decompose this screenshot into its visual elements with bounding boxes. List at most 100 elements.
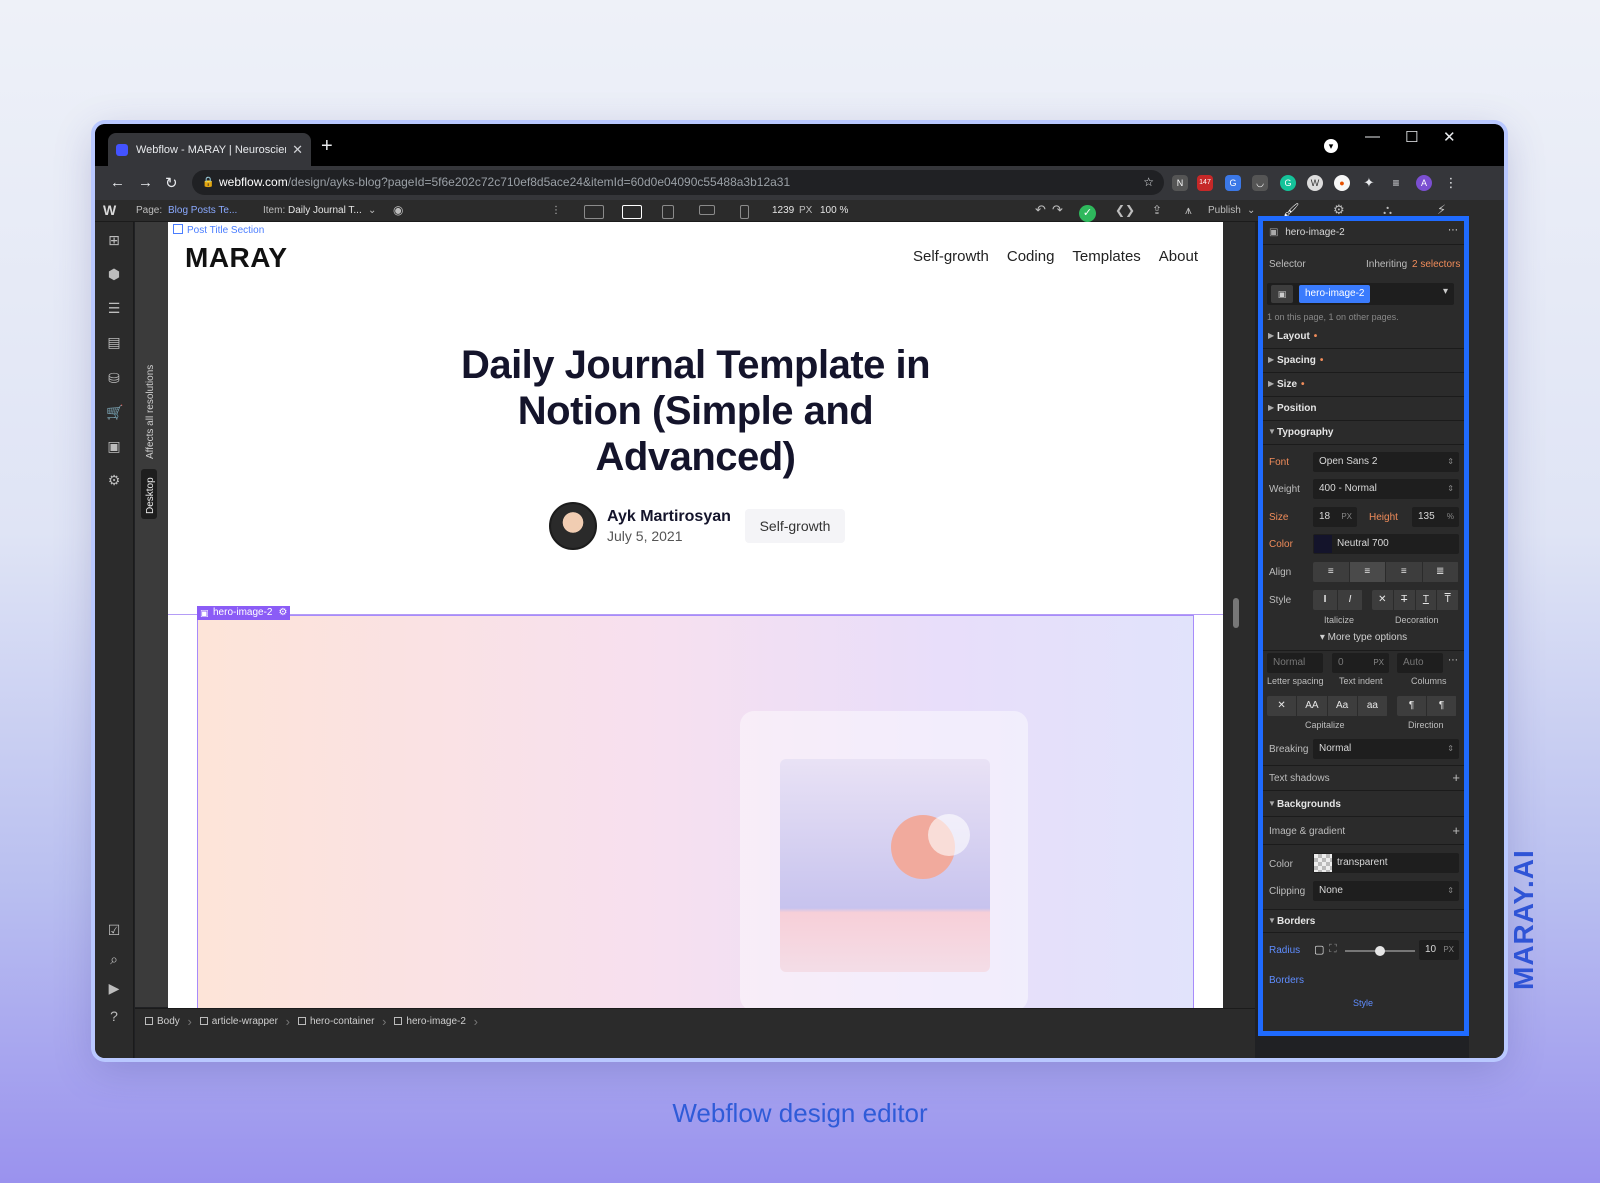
- publish-chevron-icon[interactable]: ⌄: [1247, 205, 1255, 216]
- preview-eye-icon[interactable]: ◉: [393, 203, 403, 217]
- canvas-page[interactable]: Post Title Section MARAY Self-growth Cod…: [168, 222, 1223, 1008]
- nav-link-about[interactable]: About: [1159, 248, 1198, 265]
- help-icon[interactable]: ?: [106, 1008, 122, 1024]
- item-selector[interactable]: Daily Journal T...: [288, 205, 362, 216]
- close-window-button[interactable]: ✕: [1443, 128, 1456, 146]
- capitalize-segmented[interactable]: ✕ AA Aa aa: [1267, 696, 1388, 716]
- shield-extension-icon[interactable]: ●: [1334, 175, 1350, 191]
- publish-button[interactable]: Publish: [1208, 205, 1241, 216]
- text-shadows-row[interactable]: Text shadows +: [1263, 765, 1464, 791]
- radius-slider-knob[interactable]: [1375, 946, 1385, 956]
- add-background-icon[interactable]: +: [1452, 823, 1460, 838]
- calendar-extension-icon[interactable]: 147: [1197, 175, 1213, 191]
- tablet-breakpoint-icon[interactable]: [662, 205, 674, 219]
- more-options-icon[interactable]: ⋮: [551, 205, 561, 216]
- nav-link-self-growth[interactable]: Self-growth: [913, 248, 989, 265]
- more-icon[interactable]: ⋯: [1448, 655, 1458, 666]
- more-type-options-toggle[interactable]: ▾ More type options: [1263, 629, 1464, 651]
- forward-icon[interactable]: →: [138, 174, 153, 191]
- reading-list-icon[interactable]: ≡: [1388, 175, 1404, 191]
- font-select[interactable]: Open Sans 2 ⇕: [1313, 452, 1459, 472]
- ecommerce-cart-icon[interactable]: 🛒: [106, 404, 123, 420]
- canvas-resize-handle[interactable]: [1233, 598, 1239, 628]
- capitalize-icon[interactable]: Aa: [1328, 696, 1358, 716]
- site-brand[interactable]: MARAY: [185, 242, 288, 274]
- desktop-breakpoint-icon[interactable]: [584, 205, 604, 219]
- align-right-icon[interactable]: ≡: [1386, 562, 1423, 582]
- lowercase-icon[interactable]: aa: [1358, 696, 1388, 716]
- profile-menu-icon[interactable]: ▾: [1324, 139, 1338, 153]
- image-gradient-row[interactable]: Image & gradient +: [1263, 819, 1464, 845]
- address-bar[interactable]: 🔒 webflow.com/design/ayks-blog?pageId=5f…: [192, 170, 1164, 195]
- category-tag[interactable]: Self-growth: [745, 509, 845, 543]
- selector-chip[interactable]: hero-image-2: [1299, 285, 1371, 303]
- section-backgrounds[interactable]: ▼ Backgrounds: [1263, 793, 1464, 817]
- section-borders[interactable]: ▼ Borders: [1263, 909, 1464, 933]
- clipping-select[interactable]: None ⇕: [1313, 881, 1459, 901]
- align-justify-icon[interactable]: ≣: [1423, 562, 1459, 582]
- search-icon[interactable]: ⌕: [106, 951, 122, 967]
- element-settings-icon[interactable]: ⚙: [279, 606, 288, 620]
- breadcrumb-article-wrapper[interactable]: article-wrapper: [194, 1014, 292, 1029]
- navigator-icon[interactable]: ☰: [106, 300, 122, 316]
- decoration-segmented[interactable]: ✕ T T T: [1372, 590, 1459, 610]
- nav-link-coding[interactable]: Coding: [1007, 248, 1055, 265]
- breadcrumb-hero-image[interactable]: hero-image-2: [388, 1014, 479, 1029]
- radius-all-icon[interactable]: ▢: [1314, 943, 1324, 956]
- laptop-breakpoint-icon[interactable]: [622, 205, 642, 219]
- w-extension-icon[interactable]: W: [1307, 175, 1323, 191]
- transparent-swatch[interactable]: [1314, 854, 1332, 872]
- italic-segmented[interactable]: I I: [1313, 590, 1363, 610]
- new-tab-button[interactable]: +: [321, 135, 333, 158]
- tasks-check-icon[interactable]: ☑: [106, 922, 122, 938]
- letter-spacing-input[interactable]: Normal: [1267, 653, 1323, 673]
- breadcrumb-hero-container[interactable]: hero-container: [292, 1014, 388, 1029]
- reload-icon[interactable]: ↻: [165, 174, 178, 192]
- text-color-field[interactable]: Neutral 700: [1313, 534, 1459, 554]
- tab-close-icon[interactable]: ✕: [292, 142, 303, 158]
- translate-extension-icon[interactable]: G: [1225, 175, 1241, 191]
- add-element-icon[interactable]: ⊞: [106, 232, 122, 248]
- undo-icon[interactable]: ↶: [1035, 202, 1046, 218]
- strikethrough-icon[interactable]: T: [1394, 590, 1416, 610]
- redo-icon[interactable]: ↷: [1052, 202, 1063, 218]
- author-name[interactable]: Ayk Martirosyan: [607, 508, 731, 526]
- assets-image-icon[interactable]: ▣: [106, 438, 122, 454]
- pocket-extension-icon[interactable]: ◡: [1252, 175, 1268, 191]
- video-tutorials-icon[interactable]: ▶: [106, 980, 122, 996]
- page-selector[interactable]: Blog Posts Te...: [168, 205, 237, 216]
- pages-icon[interactable]: ▤: [106, 334, 122, 350]
- mobile-breakpoint-icon[interactable]: [740, 205, 749, 219]
- maximize-button[interactable]: ☐: [1405, 128, 1418, 146]
- breadcrumb-body[interactable]: Body: [139, 1014, 194, 1029]
- align-center-icon[interactable]: ≡: [1349, 562, 1386, 582]
- post-title[interactable]: Daily Journal Template in Notion (Simple…: [418, 342, 973, 480]
- project-settings-icon[interactable]: ⚙: [106, 472, 122, 488]
- selector-dropdown-icon[interactable]: ▾: [1443, 286, 1448, 297]
- add-text-shadow-icon[interactable]: +: [1452, 770, 1460, 785]
- direction-segmented[interactable]: ¶ ¶: [1397, 696, 1457, 716]
- regular-icon[interactable]: I: [1313, 590, 1338, 610]
- extensions-puzzle-icon[interactable]: ✦: [1361, 175, 1377, 191]
- grammarly-extension-icon[interactable]: G: [1280, 175, 1296, 191]
- webflow-logo[interactable]: W: [103, 202, 116, 218]
- notion-extension-icon[interactable]: N: [1172, 175, 1188, 191]
- section-layout[interactable]: ▶ Layout •: [1263, 325, 1464, 349]
- hero-image[interactable]: [197, 615, 1194, 1008]
- bookmark-star-icon[interactable]: ☆: [1143, 170, 1154, 195]
- section-position[interactable]: ▶ Position: [1263, 397, 1464, 421]
- minimize-button[interactable]: —: [1365, 128, 1380, 145]
- bg-color-field[interactable]: transparent: [1313, 853, 1459, 873]
- landscape-breakpoint-icon[interactable]: [699, 205, 715, 215]
- italic-icon[interactable]: I: [1338, 590, 1363, 610]
- text-indent-input[interactable]: 0 PX: [1332, 653, 1389, 673]
- case-none-icon[interactable]: ✕: [1267, 696, 1298, 716]
- selector-type-icon[interactable]: ▣: [1271, 285, 1293, 303]
- chevron-down-icon[interactable]: ⌄: [368, 205, 376, 216]
- cms-database-icon[interactable]: ⛁: [106, 370, 122, 386]
- decoration-none-icon[interactable]: ✕: [1372, 590, 1394, 610]
- breaking-select[interactable]: Normal ⇕: [1313, 739, 1459, 759]
- more-icon[interactable]: ⋯: [1448, 225, 1458, 236]
- export-icon[interactable]: ⇪: [1152, 203, 1162, 217]
- symbols-cube-icon[interactable]: ⬢: [106, 266, 122, 282]
